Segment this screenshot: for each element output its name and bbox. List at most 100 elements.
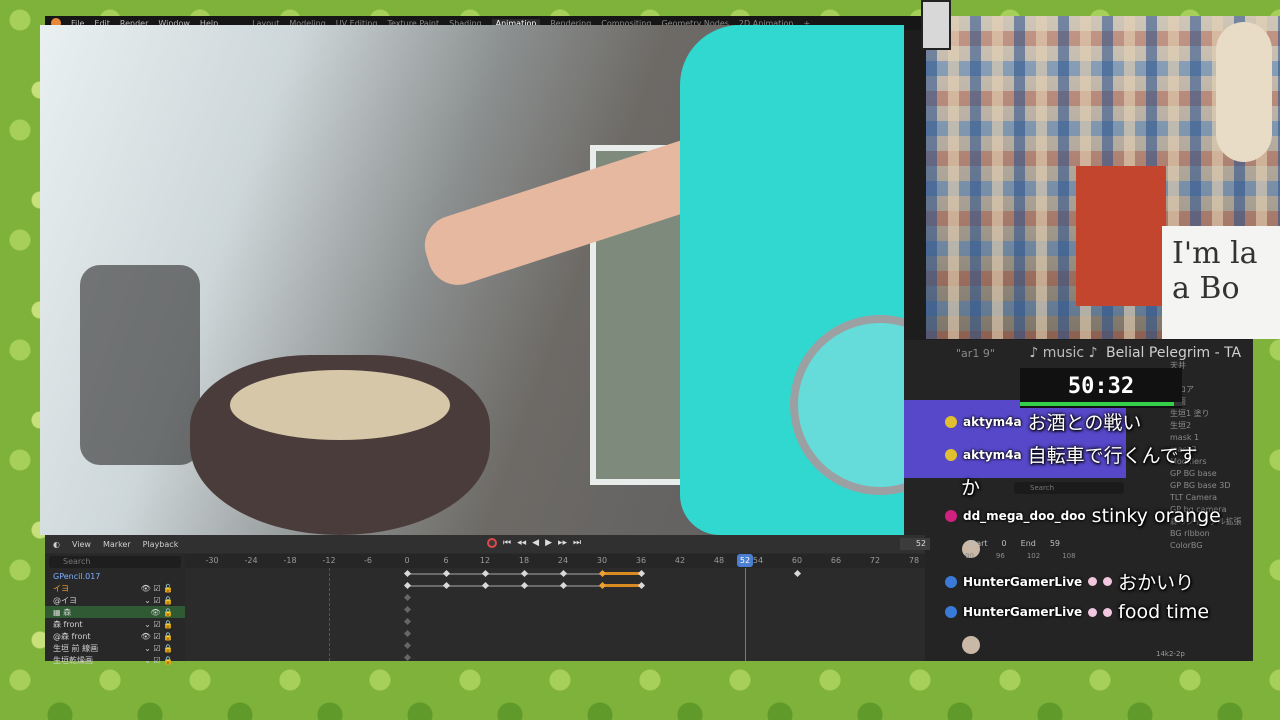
outliner-item[interactable]: GP BG base [1170, 468, 1253, 480]
properties-search-input[interactable]: Search [1014, 482, 1124, 494]
outliner-item[interactable]: 窓 [1170, 372, 1253, 384]
outliner-item[interactable]: ColorBG [1170, 540, 1253, 552]
visibility-icon[interactable]: 👁 ☑ 🔓 [141, 584, 173, 593]
keyframe-row[interactable] [185, 580, 925, 592]
ruler-tick: 30 [596, 556, 608, 565]
ruler-tick: -30 [205, 556, 219, 565]
keyframe[interactable] [793, 569, 802, 578]
kitchen-appliance [80, 265, 200, 465]
channel-gpencil[interactable]: GPencil.017 [45, 570, 185, 582]
keyframe[interactable] [403, 629, 412, 638]
keyframe-hold-selected [602, 572, 641, 575]
visibility-icon[interactable]: 👁 ☑ 🔒 [141, 632, 173, 641]
outliner-item[interactable]: 生垣1 塗り [1170, 408, 1253, 420]
chat-badge-icon [945, 448, 957, 461]
keyframe[interactable] [520, 581, 529, 590]
editor-type-icon[interactable]: ◐ [53, 540, 60, 549]
chat-badge-icon [945, 415, 957, 428]
record-icon[interactable] [487, 538, 497, 548]
menu-view[interactable]: View [72, 540, 91, 549]
channel-layer[interactable]: 森 front ⌄ ☑ 🔒 [45, 618, 185, 630]
keyframe-row[interactable] [185, 616, 925, 628]
keyframe-row[interactable] [185, 592, 925, 604]
visibility-icon[interactable]: 👁 🔒 [150, 608, 173, 617]
handwritten-sign: I'm la a Bo [1162, 226, 1280, 339]
outliner-item[interactable]: BG ribbon [1170, 528, 1253, 540]
chat-emote-icon [1103, 577, 1113, 586]
visibility-icon[interactable]: ⌄ ☑ 🔒 [144, 596, 173, 605]
ruler-tick: 108 [1062, 552, 1076, 560]
keyframe-row[interactable] [185, 640, 925, 652]
keyframe[interactable] [442, 581, 451, 590]
pixel-character-icon [921, 0, 951, 50]
visibility-icon[interactable]: ⌄ ☑ 🔒 [144, 656, 173, 665]
end-value[interactable]: 59 [1050, 539, 1060, 553]
channel-search-input[interactable]: Search [49, 556, 181, 568]
dope-sheet: ◐ View Marker Playback ⏮ ◂◂ ◀ ▶ ▸▸ ⏭ 52 … [45, 535, 930, 665]
ruler-tick: 48 [713, 556, 725, 565]
next-key-icon[interactable]: ▸▸ [558, 538, 567, 548]
channel-label: @イヨ [53, 595, 77, 605]
keyframe[interactable] [403, 605, 412, 614]
outliner-item[interactable]: 地面 [1170, 396, 1253, 408]
current-frame-field[interactable]: 52 [900, 538, 930, 550]
keyframe[interactable] [403, 617, 412, 626]
play-icon[interactable]: ▶ [545, 538, 552, 548]
chat-message: dd_mega_doo_doo stinky orange [945, 505, 1221, 527]
keyframe-row[interactable] [185, 568, 925, 580]
ruler-tick: -6 [364, 556, 372, 565]
keyframe-row[interactable] [185, 628, 925, 640]
jump-end-icon[interactable]: ⏭ [573, 538, 581, 548]
menu-playback[interactable]: Playback [143, 540, 179, 549]
keyframe-row[interactable] [185, 604, 925, 616]
prev-key-icon[interactable]: ◂◂ [517, 538, 526, 548]
keyframe[interactable] [637, 569, 646, 578]
stream-timer: 50:32 [1067, 374, 1135, 399]
ruler-tick: 12 [479, 556, 491, 565]
keyframe[interactable] [559, 581, 568, 590]
channel-label: 生垣 前 線画 [53, 643, 99, 653]
channel-label: @森 front [53, 631, 91, 641]
keyframe[interactable] [520, 569, 529, 578]
channel-layer[interactable]: 生垣乾燥画 ⌄ ☑ 🔒 [45, 654, 185, 666]
music-title: Belial Pelegrim - TA [1105, 345, 1242, 361]
dopesheet-header: ◐ View Marker Playback ⏮ ◂◂ ◀ ▶ ▸▸ ⏭ 52 [45, 535, 930, 553]
ruler-tick: 6 [443, 556, 449, 565]
resolution-label: 14k2-2p [1156, 650, 1185, 658]
jump-start-icon[interactable]: ⏮ [503, 538, 511, 548]
channel-layer[interactable]: イヨ 👁 ☑ 🔓 [45, 582, 185, 594]
keyframe[interactable] [442, 569, 451, 578]
visibility-icon[interactable]: ⌄ ☑ 🔒 [144, 620, 173, 629]
channel-layer[interactable]: @イヨ ⌄ ☑ 🔒 [45, 594, 185, 606]
channel-layer[interactable]: @森 front 👁 ☑ 🔒 [45, 630, 185, 642]
keyframe[interactable] [403, 581, 412, 590]
outliner-item[interactable]: 生垣2 [1170, 420, 1253, 432]
keyframe[interactable] [637, 581, 646, 590]
timer-progress-fill [1020, 402, 1174, 406]
keyframe[interactable] [481, 569, 490, 578]
outliner-item[interactable]: フロア [1170, 384, 1253, 396]
frame-ruler[interactable]: -30 -24 -18 -12 -6 0 6 12 18 24 30 36 42 48 54 60 66 72 78 [185, 554, 925, 568]
chat-message: aktym4a お酒との戦い [945, 408, 1141, 435]
pot-food [230, 370, 450, 440]
menu-marker[interactable]: Marker [103, 540, 131, 549]
channel-label: イヨ [53, 583, 69, 593]
keyframe[interactable] [559, 569, 568, 578]
keyframe-row[interactable] [185, 652, 925, 664]
outliner-item[interactable]: TLT Camera [1170, 492, 1253, 504]
keyframe[interactable] [481, 581, 490, 590]
now-playing: "ar1 9" ♪ music ♪ Belial Pelegrim - TA [956, 345, 1256, 363]
chat-username: dd_mega_doo_doo [963, 509, 1086, 523]
visibility-icon[interactable]: ⌄ ☑ 🔒 [144, 644, 173, 653]
channel-layer[interactable]: 生垣 前 線画 ⌄ ☑ 🔒 [45, 642, 185, 654]
keyframe[interactable] [403, 641, 412, 650]
start-value[interactable]: 0 [1002, 539, 1007, 553]
channel-label: GPencil.017 [53, 571, 101, 581]
outliner-item[interactable]: GP BG base 3D [1170, 480, 1253, 492]
keyframe[interactable] [403, 569, 412, 578]
keyframe[interactable] [403, 653, 412, 662]
channel-layer[interactable]: ▦ 森 👁 🔒 [45, 606, 185, 618]
keyframe[interactable] [403, 593, 412, 602]
playhead-frame-label[interactable]: 52 [737, 554, 753, 567]
play-reverse-icon[interactable]: ◀ [532, 538, 539, 548]
